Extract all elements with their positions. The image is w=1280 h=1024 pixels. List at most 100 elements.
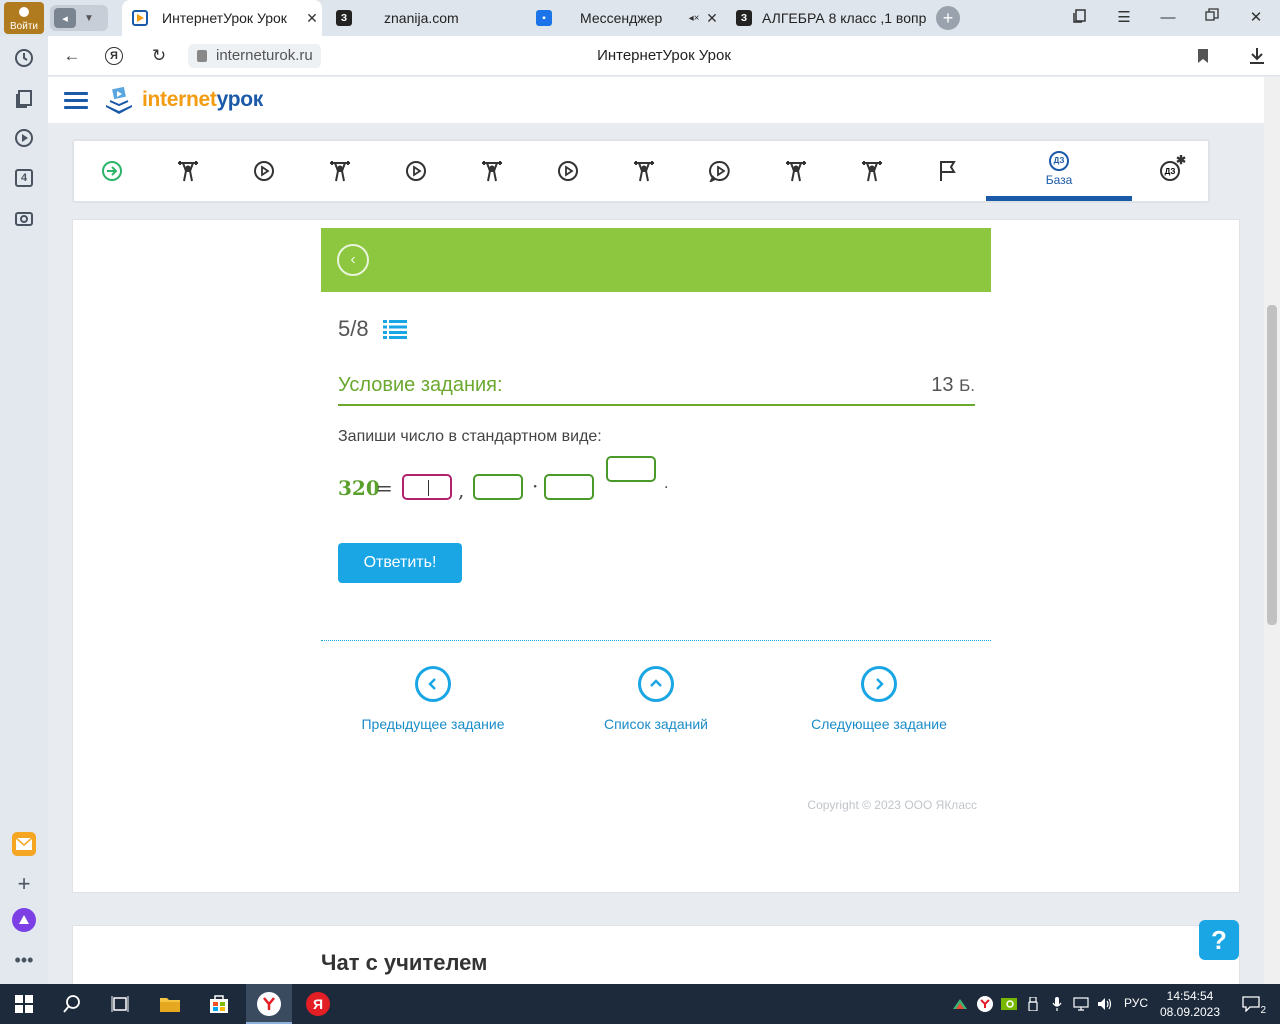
- next-task-label: Следующее задание: [811, 716, 947, 732]
- answer-input-fraction[interactable]: [473, 474, 523, 500]
- condition-header: Условие задания: 13 Б.: [338, 372, 975, 406]
- step-trainer-3[interactable]: [454, 141, 530, 201]
- reload-icon[interactable]: ↻: [148, 45, 170, 67]
- step-trainer-1[interactable]: [150, 141, 226, 201]
- tab-znanija[interactable]: З znanija.com: [326, 0, 522, 36]
- url-field[interactable]: interneturok.ru: [188, 44, 321, 68]
- history-icon[interactable]: [12, 46, 36, 70]
- yandex-icon[interactable]: Я: [306, 992, 330, 1016]
- store-icon[interactable]: [207, 992, 231, 1016]
- close-tab-icon[interactable]: ✕: [302, 10, 322, 27]
- login-button[interactable]: Войти: [4, 2, 44, 34]
- muted-speaker-icon[interactable]: ◂×: [686, 13, 702, 24]
- tab-title: АЛГЕБРА 8 класс ,1 вопро: [762, 10, 926, 26]
- task-view-icon[interactable]: [108, 992, 132, 1016]
- step-video-3[interactable]: [530, 141, 606, 201]
- close-window-icon[interactable]: ✕: [1246, 8, 1266, 28]
- usb-icon[interactable]: [1025, 996, 1041, 1012]
- equation-number: 320: [338, 476, 380, 500]
- system-clock[interactable]: 14:54:54 08.09.2023: [1154, 988, 1226, 1020]
- site-menu-icon[interactable]: [64, 92, 88, 110]
- step-video-2[interactable]: [378, 141, 454, 201]
- period-sign: .: [664, 476, 669, 492]
- weightlifter-icon: [479, 158, 505, 184]
- new-tab-button[interactable]: +: [936, 6, 960, 30]
- step-trainer-6[interactable]: [834, 141, 910, 201]
- notifications-icon[interactable]: 2: [1240, 996, 1266, 1016]
- back-arrow-icon[interactable]: ‹: [337, 244, 369, 276]
- add-panel-icon[interactable]: +: [12, 871, 36, 896]
- step-homework-base[interactable]: ДЗ База: [986, 141, 1132, 201]
- tab-title: znanija.com: [384, 10, 459, 26]
- language-indicator[interactable]: РУС: [1124, 996, 1148, 1010]
- microphone-icon[interactable]: [1049, 996, 1065, 1012]
- collections-icon[interactable]: [12, 86, 36, 110]
- tab-algebra[interactable]: З АЛГЕБРА 8 класс ,1 вопро: [726, 0, 926, 36]
- page-scrollbar[interactable]: [1264, 77, 1280, 984]
- next-task-link[interactable]: Следующее задание: [779, 666, 979, 732]
- tab-interneturok[interactable]: ИнтернетУрок Урок ✕: [122, 0, 322, 36]
- step-trainer-5[interactable]: [758, 141, 834, 201]
- logo-text: internetурок: [142, 88, 263, 111]
- multiply-dot: ·: [532, 474, 539, 498]
- user-icon: [19, 7, 29, 17]
- step-trainer-2[interactable]: [302, 141, 378, 201]
- step-video-4[interactable]: [682, 141, 758, 201]
- nvidia-icon[interactable]: [1001, 996, 1017, 1012]
- tab-messenger[interactable]: ▪ Мессенджер ◂× ✕: [526, 0, 722, 36]
- yandex-browser-icon[interactable]: [257, 992, 281, 1016]
- scrollbar-thumb[interactable]: [1267, 305, 1277, 625]
- homework-icon: ДЗ: [1049, 150, 1069, 171]
- back-icon[interactable]: ←: [61, 45, 83, 67]
- step-finish[interactable]: [910, 141, 986, 201]
- minimize-icon[interactable]: —: [1158, 8, 1178, 28]
- file-explorer-icon[interactable]: [158, 992, 182, 1016]
- tabs-collections-icon[interactable]: [1070, 8, 1090, 28]
- menu-icon[interactable]: ☰: [1114, 8, 1134, 28]
- logo-icon: [104, 85, 134, 115]
- notifications-count: 2: [1260, 1005, 1266, 1016]
- flag-icon: [935, 158, 961, 184]
- tray-app-icon[interactable]: [952, 996, 968, 1012]
- windows-start-icon[interactable]: [12, 992, 36, 1016]
- task-card: ‹ 5/8 Условие задания: 13 Б. Запиши числ…: [72, 219, 1240, 893]
- screenshot-icon[interactable]: [12, 206, 36, 230]
- close-tab-icon[interactable]: ✕: [702, 10, 722, 27]
- site-logo[interactable]: internetурок: [104, 85, 263, 115]
- video-icon[interactable]: [12, 126, 36, 150]
- task-list-link[interactable]: Список заданий: [556, 666, 756, 732]
- yandex-icon[interactable]: Я: [105, 47, 123, 65]
- weightlifter-icon: [631, 158, 657, 184]
- bookmark-icon[interactable]: [1192, 45, 1214, 67]
- step-homework-advanced[interactable]: ДЗ ✱: [1132, 141, 1208, 201]
- web-page: internetурок ДЗ База ДЗ ✱ ‹ 5/8 Условие …: [48, 77, 1264, 984]
- chevron-down-icon[interactable]: ▼: [84, 13, 94, 24]
- download-icon[interactable]: [1246, 45, 1268, 67]
- help-button[interactable]: ?: [1199, 920, 1239, 960]
- step-trainer-4[interactable]: [606, 141, 682, 201]
- messenger-favicon-icon: ▪: [536, 10, 552, 26]
- step-video-1[interactable]: [226, 141, 302, 201]
- alice-icon[interactable]: [12, 908, 36, 932]
- mail-icon[interactable]: [12, 832, 36, 856]
- yandex-tray-icon[interactable]: [977, 996, 993, 1012]
- network-icon[interactable]: [1073, 996, 1089, 1012]
- more-icon[interactable]: •••: [12, 948, 36, 972]
- arrow-right-circle-icon: [99, 158, 125, 184]
- audio-control[interactable]: ◂ ▼: [50, 5, 108, 31]
- counter-badge[interactable]: 4: [12, 166, 36, 190]
- task-list-icon[interactable]: [382, 319, 407, 339]
- equals-sign: =: [376, 476, 393, 500]
- step-start[interactable]: [74, 141, 150, 201]
- restore-icon[interactable]: [1202, 8, 1222, 28]
- search-icon[interactable]: [60, 992, 84, 1016]
- prev-task-link[interactable]: Предыдущее задание: [333, 666, 533, 732]
- answer-input-exponent[interactable]: [606, 456, 656, 482]
- answer-button[interactable]: Ответить!: [338, 543, 462, 583]
- chat-title: Чат с учителем: [321, 950, 488, 975]
- chevron-left-icon: [415, 666, 451, 702]
- volume-icon[interactable]: [1097, 996, 1113, 1012]
- weightlifter-icon: [175, 158, 201, 184]
- answer-input-integer[interactable]: [402, 474, 452, 500]
- answer-input-base[interactable]: [544, 474, 594, 500]
